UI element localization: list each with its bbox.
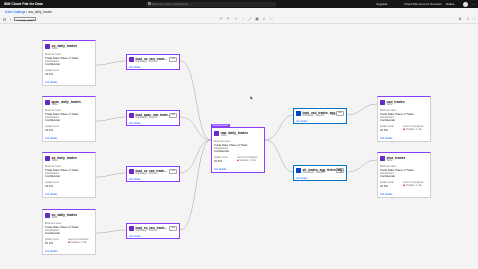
job-node-load-ca[interactable]: load_ca_raw_trade... DataStage - Pipelin… bbox=[126, 166, 180, 182]
job-badge: Job bbox=[336, 111, 344, 117]
asset-card-raw-daily-trades[interactable]: raw_daily_trades Table ⋮ Business name T… bbox=[211, 127, 265, 173]
table-icon bbox=[45, 156, 50, 161]
job-details-link[interactable]: Job details bbox=[129, 122, 140, 125]
violation-status: Violation: 1 risk bbox=[403, 184, 422, 187]
table-icon bbox=[45, 213, 50, 218]
asset-card-ca-daily-trades[interactable]: ca_daily_trades Table ⋮ Business name Tr… bbox=[42, 152, 96, 198]
overflow-menu-icon[interactable]: ⋮ bbox=[259, 131, 262, 135]
field-value: 76.4% bbox=[45, 71, 53, 76]
job-type: DataStage - Pipeline bbox=[302, 114, 325, 118]
job-badge: Job bbox=[169, 169, 177, 175]
field-value: Confidential bbox=[45, 118, 60, 122]
violation-status: Violation: 1 risk bbox=[68, 241, 87, 244]
job-details-link[interactable]: Job details bbox=[296, 177, 307, 180]
job-details-link[interactable]: Job details bbox=[380, 137, 392, 140]
job-node-load-eu[interactable]: load_eu_raw_trade... DataStage - Pipelin… bbox=[126, 223, 180, 239]
job-badge: Job bbox=[169, 226, 177, 232]
field-value: Confidential bbox=[380, 118, 395, 122]
job-type: DataStage - Pipeline bbox=[135, 229, 158, 233]
job-badge: Job bbox=[169, 57, 177, 63]
pipeline-icon bbox=[129, 169, 134, 174]
field-value: Confidential bbox=[45, 62, 60, 66]
table-icon bbox=[45, 44, 50, 49]
overflow-menu-icon[interactable]: ⋮ bbox=[90, 100, 93, 104]
pipeline-icon bbox=[129, 226, 134, 231]
asset-type: Table bbox=[386, 103, 393, 107]
overflow-menu-icon[interactable]: ⋮ bbox=[90, 213, 93, 217]
violation-text: Violation: 1 risk bbox=[405, 183, 422, 187]
job-node-load-usd-trades[interactable]: load_usd_trades_agg... DataStage - Pipel… bbox=[293, 108, 347, 124]
table-icon bbox=[380, 156, 385, 161]
asset-card-sfca-trades[interactable]: sfca_trades Table ⋮ Business name Trade … bbox=[377, 152, 431, 198]
job-details-link[interactable]: Job details bbox=[380, 193, 392, 196]
job-details-link[interactable]: Job details bbox=[296, 120, 307, 123]
overflow-menu-icon[interactable]: ⋮ bbox=[90, 44, 93, 48]
job-details-link[interactable]: Job details bbox=[45, 137, 57, 140]
pipeline-icon bbox=[296, 111, 301, 116]
table-icon bbox=[380, 100, 385, 105]
field-value: Confidential bbox=[380, 174, 395, 178]
violation-text: Violation: 1 risk bbox=[70, 240, 87, 244]
asset-type: Table bbox=[51, 103, 58, 107]
job-details-link[interactable]: Job details bbox=[45, 193, 57, 196]
job-type: DataStage - Pipeline bbox=[135, 60, 158, 64]
job-details-link[interactable]: Job details bbox=[129, 235, 140, 238]
field-value: Confidential bbox=[45, 231, 60, 235]
asset-card-us-daily-trades[interactable]: us_daily_trades Table ⋮ Business name Tr… bbox=[42, 40, 96, 86]
job-details-link[interactable]: Job details bbox=[129, 178, 140, 181]
asset-type: Table bbox=[220, 134, 227, 138]
field-value: 91.5% bbox=[380, 127, 388, 132]
pipeline-icon bbox=[129, 57, 134, 62]
job-type: DataStage - Pipeline bbox=[302, 171, 325, 175]
violation-text: Violation: 1 risk bbox=[239, 158, 256, 162]
job-details-link[interactable]: Job details bbox=[214, 168, 226, 171]
field-value: 76.4% bbox=[45, 183, 53, 188]
job-node-load-us[interactable]: load_us_raw_trade... DataStage - Pipelin… bbox=[126, 54, 180, 70]
table-icon bbox=[214, 131, 219, 136]
asset-type: Table bbox=[51, 216, 58, 220]
field-value: 76.4% bbox=[45, 127, 53, 132]
job-details-link[interactable]: Job details bbox=[45, 250, 57, 253]
job-badge: Job bbox=[169, 113, 177, 119]
field-value: Confidential bbox=[45, 174, 60, 178]
asset-type: Table bbox=[386, 159, 393, 163]
asset-card-apac-daily-trades[interactable]: apac_daily_trades Table ⋮ Business name … bbox=[42, 96, 96, 142]
field-value: 91.5% bbox=[380, 183, 388, 188]
field-value: 91.5% bbox=[214, 158, 222, 163]
job-type: DataStage - Pipeline bbox=[135, 172, 158, 176]
overflow-menu-icon[interactable]: ⋮ bbox=[90, 156, 93, 160]
overflow-menu-icon[interactable]: ⋮ bbox=[425, 100, 428, 104]
job-details-link[interactable]: Job details bbox=[129, 66, 140, 69]
asset-card-usd-trades[interactable]: usd_trades Table ⋮ Business name Trade D… bbox=[377, 96, 431, 142]
pipeline-icon bbox=[129, 113, 134, 118]
asset-card-eu-daily-trades[interactable]: eu_daily_trades Table ⋮ Business name Tr… bbox=[42, 209, 96, 255]
job-node-load-apac[interactable]: load_apac_raw_trade... DataStage - Pipel… bbox=[126, 110, 180, 126]
table-icon bbox=[45, 100, 50, 105]
asset-type: Table bbox=[51, 159, 58, 163]
overflow-menu-icon[interactable]: ⋮ bbox=[425, 156, 428, 160]
pipeline-icon bbox=[296, 168, 301, 173]
violation-status: Violation: 1 risk bbox=[237, 159, 256, 162]
violation-status: Violation: 1 risk bbox=[403, 128, 422, 131]
job-type: DataStage - Pipeline bbox=[135, 116, 158, 120]
field-value: 81.4% bbox=[45, 240, 53, 245]
asset-type: Table bbox=[51, 47, 58, 51]
violation-text: Violation: 1 risk bbox=[405, 127, 422, 131]
job-badge: Job bbox=[336, 168, 344, 174]
job-details-link[interactable]: Job details bbox=[45, 81, 57, 84]
job-node-sfr-trades[interactable]: sfr_trades_agg_fintechtag... DataStage -… bbox=[293, 165, 347, 181]
field-value: Confidential bbox=[214, 149, 229, 153]
